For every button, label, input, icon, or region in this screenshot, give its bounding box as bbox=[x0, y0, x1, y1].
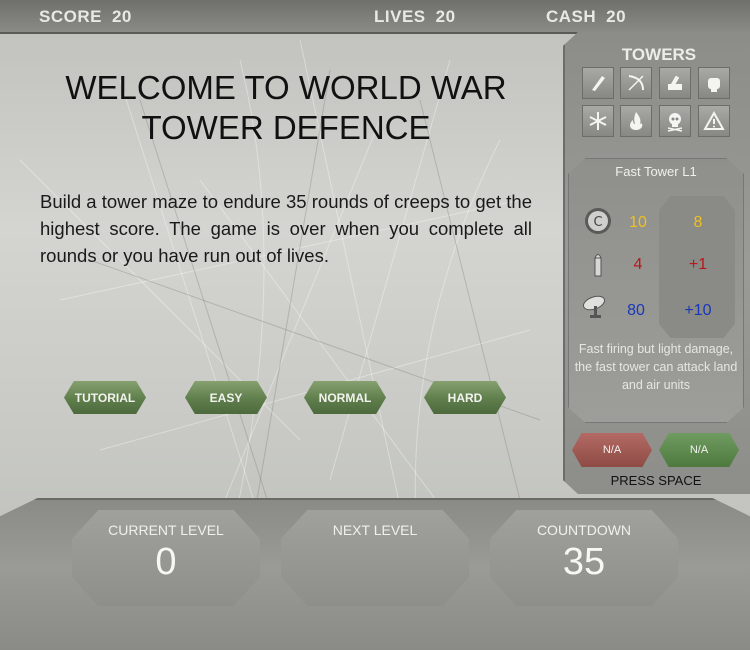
tower-cost: 10 bbox=[629, 214, 647, 231]
warning-tower-button[interactable] bbox=[698, 105, 730, 137]
upgrade-tower-button[interactable]: N/A bbox=[659, 433, 739, 467]
bullet-tower-button[interactable] bbox=[582, 67, 614, 99]
lives-label: LIVES bbox=[374, 7, 426, 26]
warning-tower-icon bbox=[703, 110, 725, 130]
svg-text:C: C bbox=[593, 215, 602, 230]
bullet-tower-icon bbox=[592, 76, 605, 91]
press-space-hint: PRESS SPACE bbox=[610, 473, 702, 488]
tower-cost-upgrade: 8 bbox=[693, 214, 703, 231]
tower-name: Fast Tower L1 bbox=[615, 164, 697, 179]
cannon-tower-button[interactable] bbox=[659, 67, 691, 99]
cannon-tower-icon bbox=[668, 75, 682, 90]
tower-range-upgrade: +10 bbox=[684, 302, 712, 319]
sell-tower-button[interactable]: N/A bbox=[572, 433, 652, 467]
tower-range: 80 bbox=[627, 302, 645, 319]
score-display: SCORE 20 bbox=[39, 7, 132, 27]
skull-tower-icon bbox=[667, 113, 683, 132]
lives-display: LIVES 20 bbox=[374, 7, 456, 27]
countdown-label: COUNTDOWN bbox=[536, 522, 632, 538]
countdown-value: 35 bbox=[562, 541, 606, 583]
normal-button[interactable]: NORMAL bbox=[304, 381, 386, 414]
score-label: SCORE bbox=[39, 7, 102, 26]
score-value: 20 bbox=[111, 7, 132, 26]
next-level-label: NEXT LEVEL bbox=[332, 522, 418, 538]
lives-value: 20 bbox=[435, 7, 456, 26]
tower-description: Fast firing but light damage, the fast t… bbox=[574, 342, 738, 392]
top-hud-bar: SCORE 20 LIVES 20 CASH 20 bbox=[0, 0, 750, 34]
cash-value: 20 bbox=[606, 7, 627, 26]
cash-display: CASH 20 bbox=[546, 7, 626, 27]
welcome-intro: Build a tower maze to endure 35 rounds o… bbox=[40, 191, 532, 266]
towers-title: TOWERS bbox=[621, 45, 697, 64]
cash-label: CASH bbox=[546, 7, 597, 26]
fire-tower-icon bbox=[630, 112, 643, 130]
snowflake-tower-button[interactable] bbox=[582, 105, 614, 137]
current-level-value: 0 bbox=[155, 541, 177, 583]
easy-button[interactable]: EASY bbox=[185, 381, 267, 414]
skull-tower-button[interactable] bbox=[659, 105, 691, 137]
welcome-title: WELCOME TO WORLD WAR TOWER DEFENCE bbox=[65, 69, 507, 146]
tower-damage-upgrade: +1 bbox=[688, 256, 708, 273]
hard-button[interactable]: HARD bbox=[424, 381, 506, 414]
tutorial-button[interactable]: TUTORIAL bbox=[64, 381, 146, 414]
bow-tower-icon bbox=[628, 75, 644, 91]
current-level-label: CURRENT LEVEL bbox=[108, 522, 224, 538]
snowflake-tower-icon bbox=[589, 112, 607, 130]
tower-damage: 4 bbox=[633, 256, 643, 273]
fire-tower-button[interactable] bbox=[620, 105, 652, 137]
fist-tower-icon bbox=[708, 78, 720, 92]
bow-tower-button[interactable] bbox=[620, 67, 652, 99]
fist-tower-button[interactable] bbox=[698, 67, 730, 99]
